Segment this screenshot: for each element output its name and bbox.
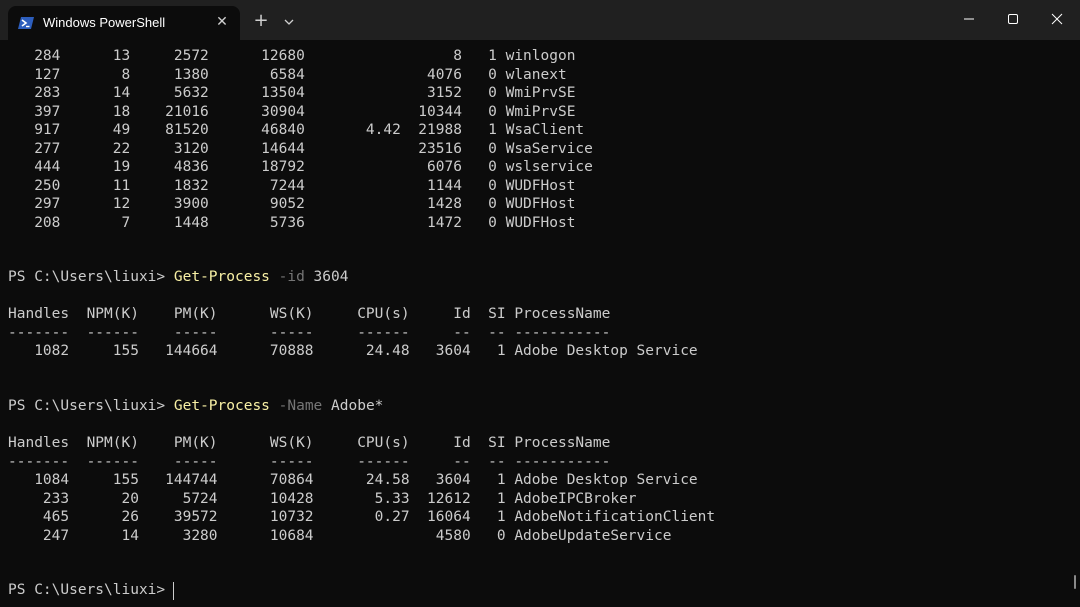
prompt: PS C:\Users\liuxi> <box>8 398 174 414</box>
maximize-button[interactable] <box>990 0 1036 38</box>
process-row: 397 18 21016 30904 10344 0 WmiPrvSE <box>8 103 576 120</box>
process-row: 233 20 5724 10428 5.33 12612 1 AdobeIPCB… <box>8 490 637 507</box>
terminal-window: Windows PowerShell ✕ + 284 13 2572 12680… <box>0 0 1080 607</box>
text-cursor <box>173 582 174 600</box>
process-row: 283 14 5632 13504 3152 0 WmiPrvSE <box>8 85 576 101</box>
table-header: Handles NPM(K) PM(K) WS(K) CPU(s) Id SI … <box>8 306 611 322</box>
table-header: Handles NPM(K) PM(K) WS(K) CPU(s) Id SI … <box>8 435 611 451</box>
command-line-2: PS C:\Users\liuxi> Get-Process -Name Ado… <box>8 397 383 416</box>
close-icon <box>1051 13 1063 25</box>
cmdlet-name: Get-Process <box>173 269 270 285</box>
process-row: 208 7 1448 5736 1472 0 WUDFHost <box>8 214 576 231</box>
process-row: 277 22 3120 14644 23516 0 WsaService <box>8 140 593 157</box>
command-argument: 3604 <box>304 269 349 285</box>
process-row: 250 11 1832 7244 1144 0 WUDFHost <box>8 177 576 194</box>
table-separator: ------- ------ ----- ----- ------ -- -- … <box>8 453 611 470</box>
process-row: 917 49 81520 46840 4.42 21988 1 WsaClien… <box>8 122 585 138</box>
tab-windows-powershell[interactable]: Windows PowerShell ✕ <box>8 6 240 40</box>
process-row: 1084 155 144744 70864 24.58 3604 1 Adobe… <box>8 472 698 488</box>
minimize-icon <box>964 18 974 20</box>
process-row: 465 26 39572 10732 0.27 16064 1 AdobeNot… <box>8 509 716 525</box>
command-line-1: PS C:\Users\liuxi> Get-Process -id 3604 <box>8 268 348 287</box>
maximize-icon <box>1008 14 1018 24</box>
title-bar: Windows PowerShell ✕ + <box>0 0 1080 40</box>
process-row: 247 14 3280 10684 4580 0 AdobeUpdateServ… <box>8 527 672 544</box>
powershell-icon <box>18 17 34 29</box>
process-row: 127 8 1380 6584 4076 0 wlanext <box>8 66 567 83</box>
prompt: PS C:\Users\liuxi> <box>8 269 174 285</box>
process-row: 444 19 4836 18792 6076 0 wslservice <box>8 159 593 175</box>
close-window-button[interactable] <box>1034 0 1080 38</box>
process-row: 297 12 3900 9052 1428 0 WUDFHost <box>8 196 576 212</box>
process-row: 284 13 2572 12680 8 1 winlogon <box>8 48 576 64</box>
scrollbar[interactable] <box>1074 575 1076 589</box>
cmdlet-name: Get-Process <box>173 398 270 414</box>
current-prompt: PS C:\Users\liuxi> <box>8 582 174 598</box>
new-tab-button[interactable]: + <box>250 10 272 32</box>
terminal-output[interactable]: 284 13 2572 12680 8 1 winlogon 127 8 138… <box>0 40 1080 607</box>
command-parameter: -id <box>269 269 305 285</box>
close-tab-icon[interactable]: ✕ <box>212 12 232 32</box>
minimize-button[interactable] <box>946 0 992 38</box>
tab-title: Windows PowerShell <box>43 15 166 30</box>
command-parameter: -Name <box>269 398 323 414</box>
table-separator: ------- ------ ----- ----- ------ -- -- … <box>8 324 611 341</box>
process-row: 1082 155 144664 70888 24.48 3604 1 Adobe… <box>8 343 698 359</box>
command-argument: Adobe* <box>322 398 384 414</box>
chevron-down-icon[interactable] <box>279 12 299 32</box>
